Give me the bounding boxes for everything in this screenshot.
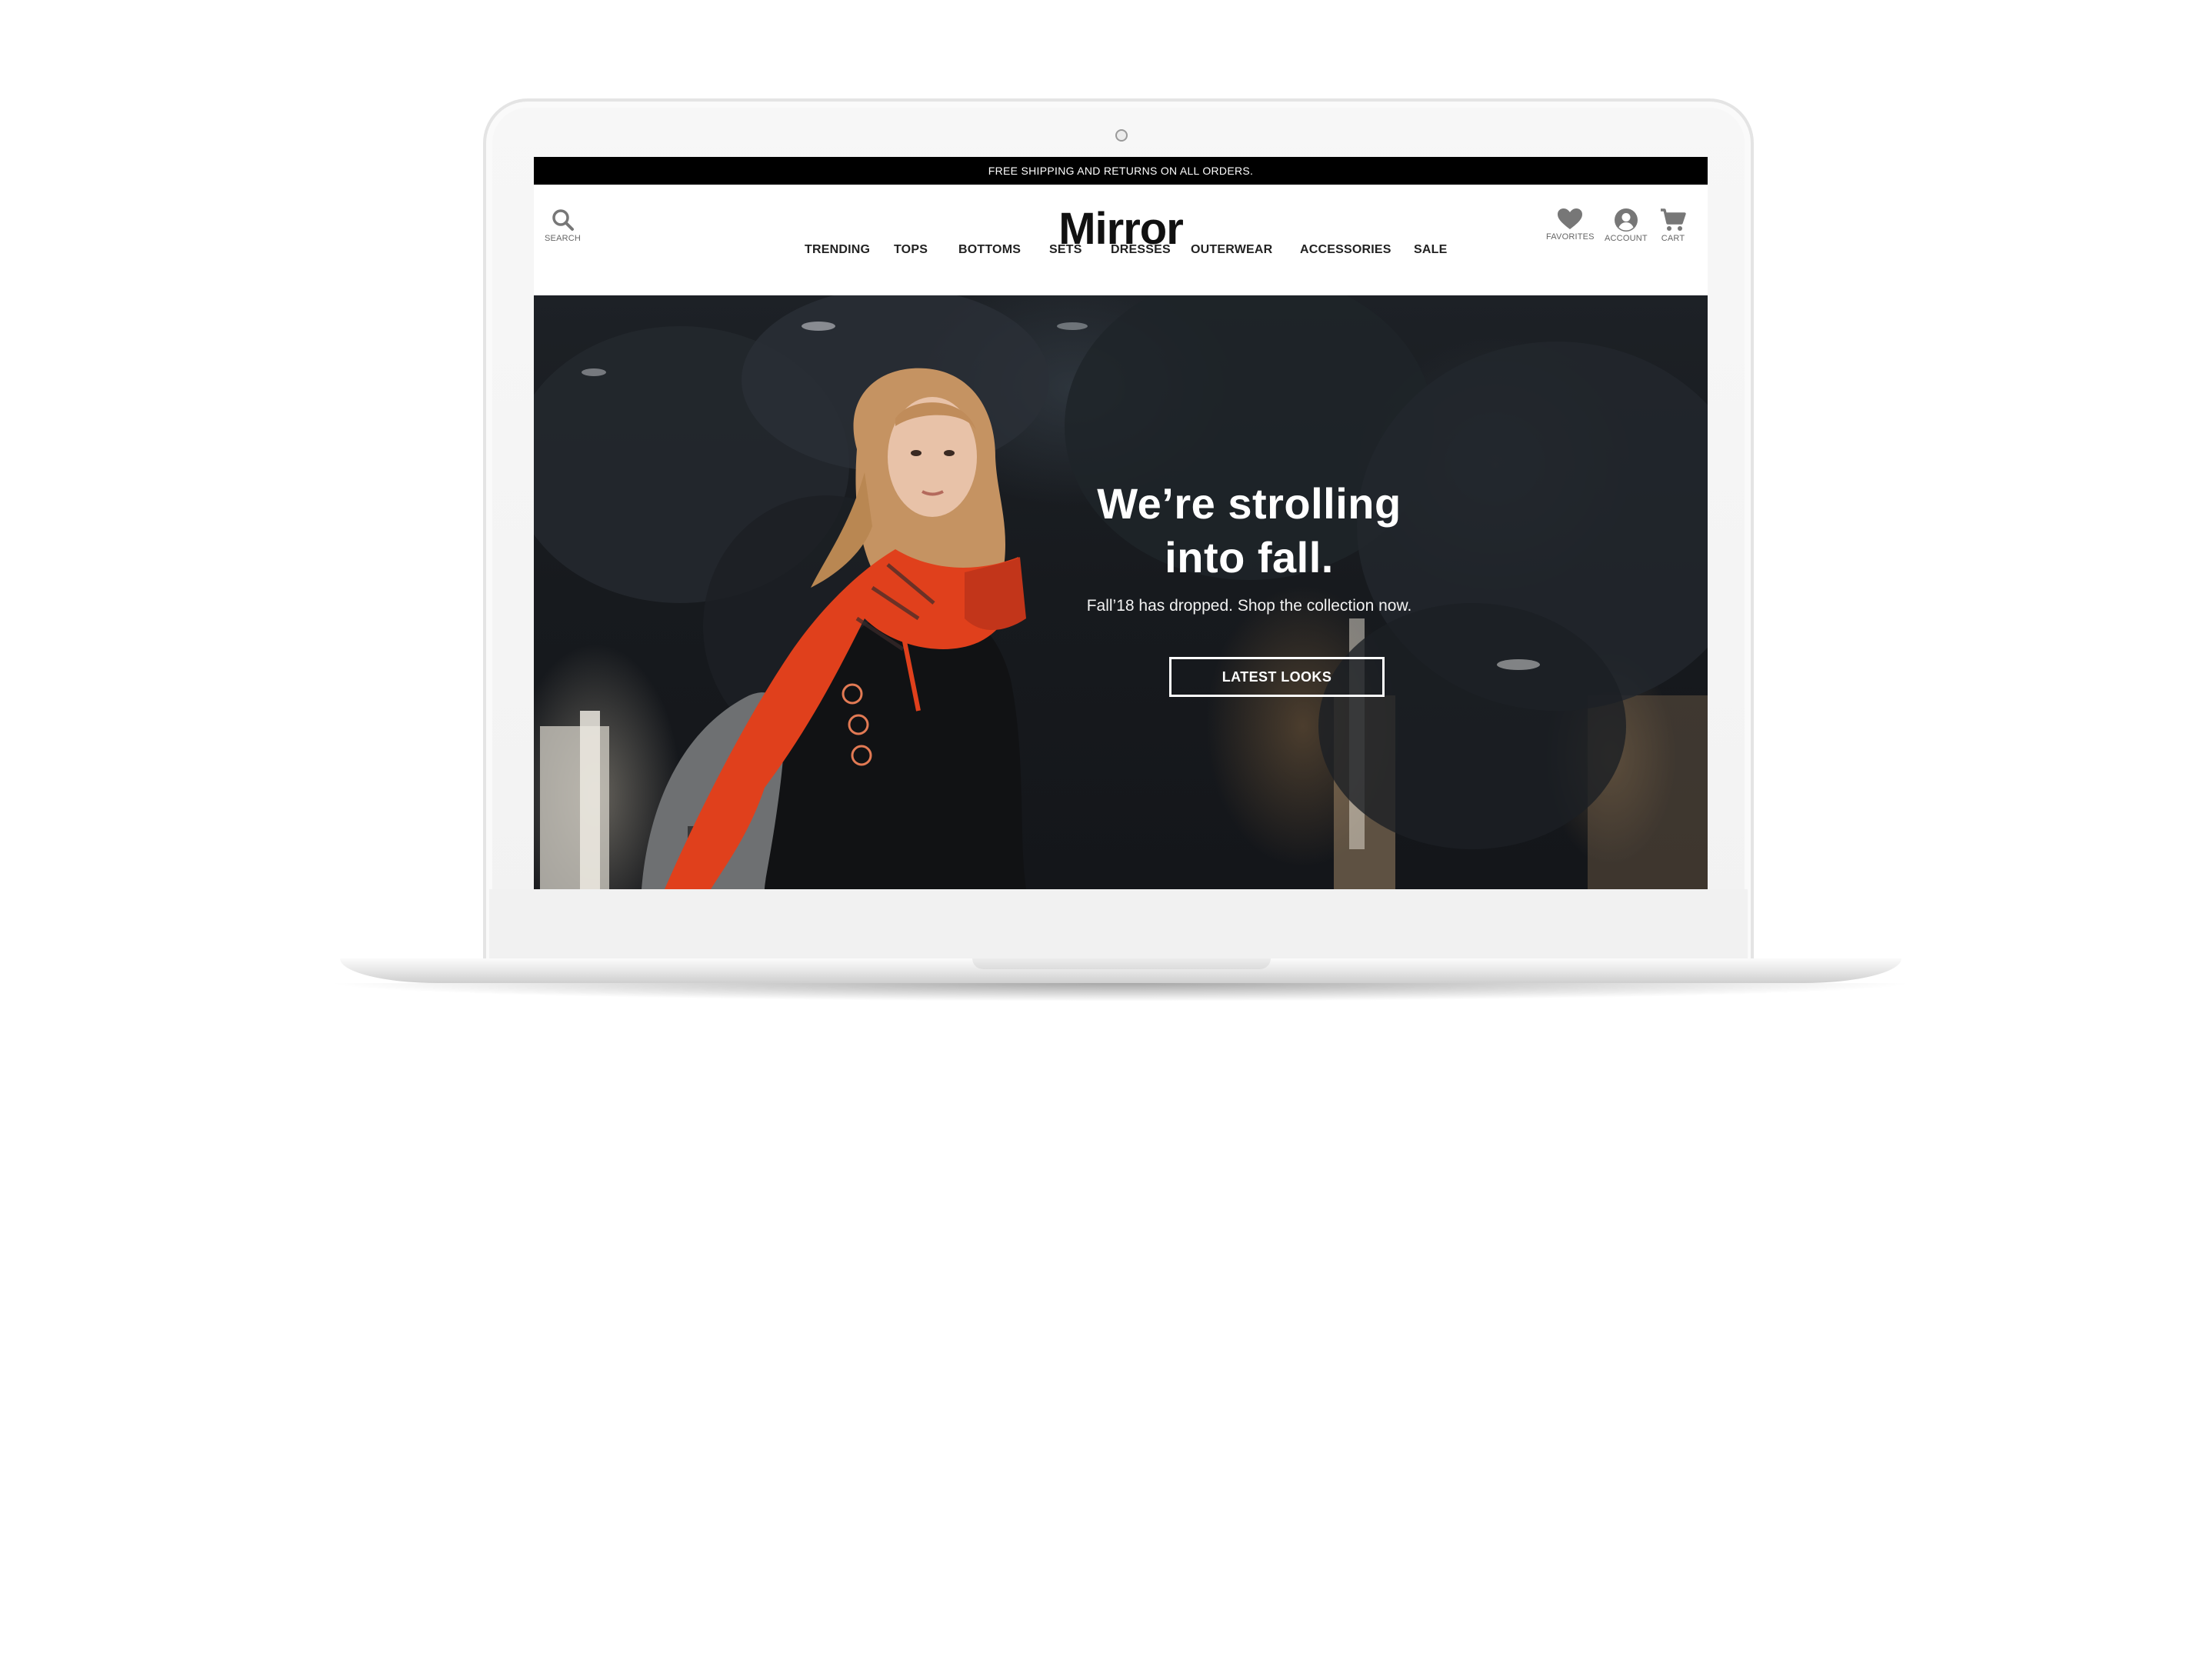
hero-title-line-2: into fall. [1165, 533, 1334, 582]
promo-bar: FREE SHIPPING AND RETURNS ON ALL ORDERS. [534, 157, 1708, 185]
main-nav: TRENDING TOPS BOTTOMS SETS DRESSES OUTER… [534, 243, 1708, 263]
account-label: ACCOUNT [1605, 234, 1648, 243]
hero-subtitle: Fall’18 has dropped. Shop the collection… [1086, 597, 1412, 615]
cart-icon [1660, 208, 1686, 232]
favorites-button[interactable]: FAVORITES [1546, 208, 1595, 242]
hero-banner: We’re strolling into fall. Fall’18 has d… [534, 295, 1708, 889]
hero-photo [534, 295, 1708, 889]
favorites-label: FAVORITES [1546, 232, 1595, 242]
site-header: SEARCH Mirror FAVORITES ACCOUNT CART TRE… [534, 185, 1708, 266]
nav-item-bottoms[interactable]: BOTTOMS [958, 243, 1021, 257]
latest-looks-button[interactable]: LATEST LOOKS [1169, 657, 1385, 697]
nav-item-outerwear[interactable]: OUTERWEAR [1191, 243, 1272, 257]
laptop-shadow [323, 983, 1918, 1002]
nav-item-sale[interactable]: SALE [1414, 243, 1447, 257]
nav-item-accessories[interactable]: ACCESSORIES [1300, 243, 1391, 257]
promo-text: FREE SHIPPING AND RETURNS ON ALL ORDERS. [988, 165, 1254, 177]
nav-item-dresses[interactable]: DRESSES [1111, 243, 1171, 257]
cart-label: CART [1661, 234, 1685, 243]
cart-button[interactable]: CART [1660, 208, 1686, 243]
laptop-bezel-bottom [489, 889, 1748, 960]
camera-icon [1115, 129, 1128, 142]
heart-icon [1557, 208, 1583, 231]
website-screen: FREE SHIPPING AND RETURNS ON ALL ORDERS.… [534, 157, 1708, 889]
nav-item-sets[interactable]: SETS [1049, 243, 1082, 257]
laptop-base-notch [972, 958, 1271, 969]
account-icon [1614, 208, 1638, 232]
hero-title: We’re strolling into fall. [1057, 477, 1441, 585]
nav-item-trending[interactable]: TRENDING [805, 243, 870, 257]
hero-title-line-1: We’re strolling [1097, 479, 1401, 528]
account-button[interactable]: ACCOUNT [1605, 208, 1648, 243]
nav-item-tops[interactable]: TOPS [894, 243, 928, 257]
